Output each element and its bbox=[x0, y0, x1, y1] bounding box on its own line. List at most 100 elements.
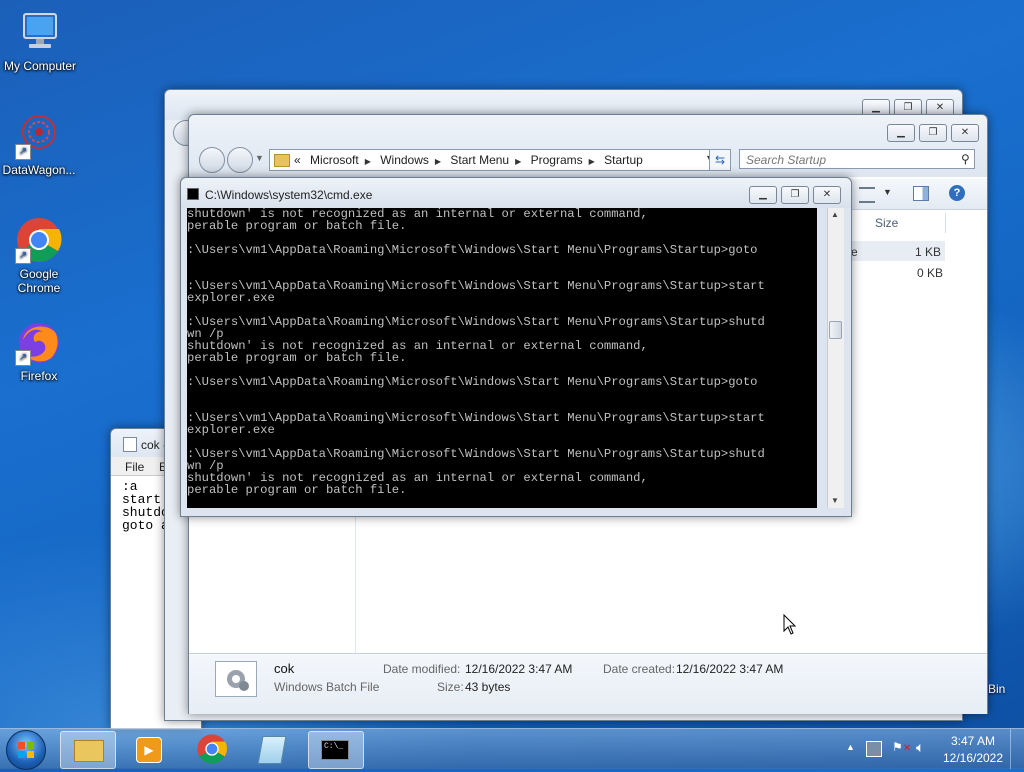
chevron-down-icon[interactable]: ▼ bbox=[883, 187, 892, 197]
recycle-bin-label[interactable]: Bin bbox=[988, 682, 1005, 696]
column-header-size[interactable]: Size bbox=[875, 216, 898, 230]
menu-file[interactable]: File bbox=[125, 460, 144, 474]
scroll-up-arrow[interactable]: ▲ bbox=[831, 210, 839, 219]
maximize-button[interactable]: ❐ bbox=[919, 124, 947, 142]
shortcut-arrow-icon: ↗ bbox=[15, 248, 31, 264]
date-created-label: Date created: bbox=[603, 662, 676, 676]
action-center-flag-icon[interactable]: ⚑✕ bbox=[892, 740, 911, 754]
console-line: explorer.exe bbox=[187, 291, 275, 305]
chevron-right-icon[interactable]: ▶ bbox=[515, 157, 521, 166]
recent-pages-dropdown[interactable]: ▼ bbox=[255, 153, 264, 163]
scroll-thumb[interactable] bbox=[829, 321, 842, 339]
help-icon[interactable]: ? bbox=[949, 185, 965, 201]
file-size: 1 KB bbox=[915, 245, 942, 259]
datawagon-icon: ↗ bbox=[15, 112, 63, 160]
mouse-cursor bbox=[783, 613, 797, 639]
folder-icon bbox=[74, 740, 104, 762]
console-line: :\Users\vm1\AppData\Roaming\Microsoft\Wi… bbox=[187, 243, 758, 257]
breadcrumb-item[interactable]: Programs bbox=[531, 150, 583, 170]
notepad-icon bbox=[123, 437, 137, 452]
preview-pane-icon[interactable] bbox=[913, 186, 929, 201]
back-button[interactable] bbox=[199, 147, 225, 173]
firefox-icon: ↗ bbox=[15, 318, 63, 366]
file-size: 0 KB bbox=[917, 266, 944, 280]
desktop-icon-label: Google Chrome bbox=[17, 267, 61, 295]
windows-logo-icon bbox=[18, 742, 34, 758]
breadcrumb-item[interactable]: Startup bbox=[604, 150, 643, 170]
forward-button[interactable] bbox=[227, 147, 253, 173]
chrome-icon: ↗ bbox=[15, 216, 63, 264]
search-icon[interactable]: ⚲ bbox=[961, 152, 970, 166]
cmd-icon bbox=[187, 188, 199, 200]
minimize-button[interactable]: ▁ bbox=[749, 186, 777, 204]
address-bar[interactable]: « Microsoft ▶ Windows ▶ Start Menu ▶ Progra… bbox=[269, 149, 721, 171]
console-line: :\Users\vm1\AppData\Roaming\Microsoft\Wi… bbox=[187, 411, 765, 425]
shortcut-arrow-icon: ↗ bbox=[15, 350, 31, 366]
desktop-icon-google-chrome[interactable]: ↗ Google Chrome bbox=[0, 216, 79, 295]
shortcut-arrow-icon: ↗ bbox=[15, 144, 31, 160]
clock-date[interactable]: 12/16/2022 bbox=[940, 751, 1006, 765]
size-label: Size: bbox=[437, 680, 464, 694]
taskbar: ▶ C:\_ ▲ ⚑✕ 🔈︎ 3:47 AM 12/16/2022 bbox=[0, 728, 1024, 770]
clock-time[interactable]: 3:47 AM bbox=[946, 734, 1000, 748]
date-created-value: 12/16/2022 3:47 AM bbox=[676, 662, 784, 676]
cmd-title: C:\Windows\system32\cmd.exe bbox=[205, 188, 373, 202]
console-line: explorer.exe bbox=[187, 423, 275, 437]
details-file-type: Windows Batch File bbox=[274, 680, 380, 694]
desktop-icon-label: DataWagon... bbox=[2, 163, 76, 177]
vertical-scrollbar[interactable] bbox=[827, 208, 844, 508]
show-hidden-icons-button[interactable]: ▲ bbox=[846, 742, 855, 752]
breadcrumb-overflow[interactable]: « bbox=[294, 150, 301, 170]
desktop-icon-label: Firefox bbox=[20, 369, 58, 383]
taskbar-cmd-button[interactable]: C:\_ bbox=[308, 731, 364, 769]
taskbar-chrome-button[interactable] bbox=[184, 731, 238, 767]
media-player-icon: ▶ bbox=[136, 737, 162, 763]
chevron-right-icon[interactable]: ▶ bbox=[589, 157, 595, 166]
chevron-right-icon[interactable]: ▶ bbox=[365, 157, 371, 166]
console-line: perable program or batch file. bbox=[187, 351, 407, 365]
show-desktop-button[interactable] bbox=[1010, 729, 1024, 769]
desktop-icon-datawagon[interactable]: ↗ DataWagon... bbox=[0, 112, 79, 177]
taskbar-notepad-button[interactable] bbox=[246, 731, 300, 767]
console-line: :\Users\vm1\AppData\Roaming\Microsoft\Wi… bbox=[187, 375, 758, 389]
console-line: :\Users\vm1\AppData\Roaming\Microsoft\Wi… bbox=[187, 447, 765, 461]
breadcrumb-item[interactable]: Start Menu bbox=[450, 150, 509, 170]
date-modified-label: Date modified: bbox=[383, 662, 461, 676]
console-line: :\Users\vm1\AppData\Roaming\Microsoft\Wi… bbox=[187, 279, 765, 293]
cmd-icon: C:\_ bbox=[321, 740, 349, 760]
chevron-right-icon[interactable]: ▶ bbox=[435, 157, 441, 166]
network-icon[interactable] bbox=[866, 741, 882, 757]
batch-file-icon bbox=[215, 661, 257, 697]
taskbar-explorer-button[interactable] bbox=[60, 731, 116, 769]
size-value: 43 bytes bbox=[465, 680, 511, 694]
folder-icon bbox=[274, 154, 290, 167]
console-output[interactable]: shutdown' is not recognized as an intern… bbox=[187, 208, 817, 508]
minimize-button[interactable]: ▁ bbox=[887, 124, 915, 142]
console-line: perable program or batch file. bbox=[187, 483, 407, 497]
close-button[interactable]: ✕ bbox=[813, 186, 841, 204]
taskbar-media-player-button[interactable]: ▶ bbox=[122, 731, 176, 767]
refresh-button[interactable]: ⇆ bbox=[709, 149, 731, 171]
desktop-icon-label: My Computer bbox=[3, 59, 77, 73]
start-button[interactable] bbox=[6, 730, 46, 770]
close-button[interactable]: ✕ bbox=[951, 124, 979, 142]
computer-icon bbox=[16, 8, 64, 56]
view-options-icon[interactable] bbox=[859, 187, 875, 203]
search-input[interactable]: Search Startup bbox=[739, 149, 975, 169]
cmd-window[interactable]: C:\Windows\system32\cmd.exe ▁ ❐ ✕ shutdo… bbox=[180, 177, 852, 517]
breadcrumb-item[interactable]: Windows bbox=[380, 150, 429, 170]
details-file-name: cok bbox=[274, 661, 295, 676]
desktop-icon-my-computer[interactable]: My Computer bbox=[0, 8, 80, 73]
console-line: perable program or batch file. bbox=[187, 219, 407, 233]
scroll-down-arrow[interactable]: ▼ bbox=[831, 496, 839, 505]
breadcrumb-item[interactable]: Microsoft bbox=[310, 150, 359, 170]
date-modified-value: 12/16/2022 3:47 AM bbox=[465, 662, 573, 676]
console-line: :\Users\vm1\AppData\Roaming\Microsoft\Wi… bbox=[187, 315, 765, 329]
desktop-icon-firefox[interactable]: ↗ Firefox bbox=[0, 318, 79, 383]
volume-icon[interactable]: 🔈︎ bbox=[916, 739, 924, 756]
notepad-icon bbox=[257, 736, 287, 764]
maximize-button[interactable]: ❐ bbox=[781, 186, 809, 204]
chrome-icon bbox=[197, 734, 227, 764]
